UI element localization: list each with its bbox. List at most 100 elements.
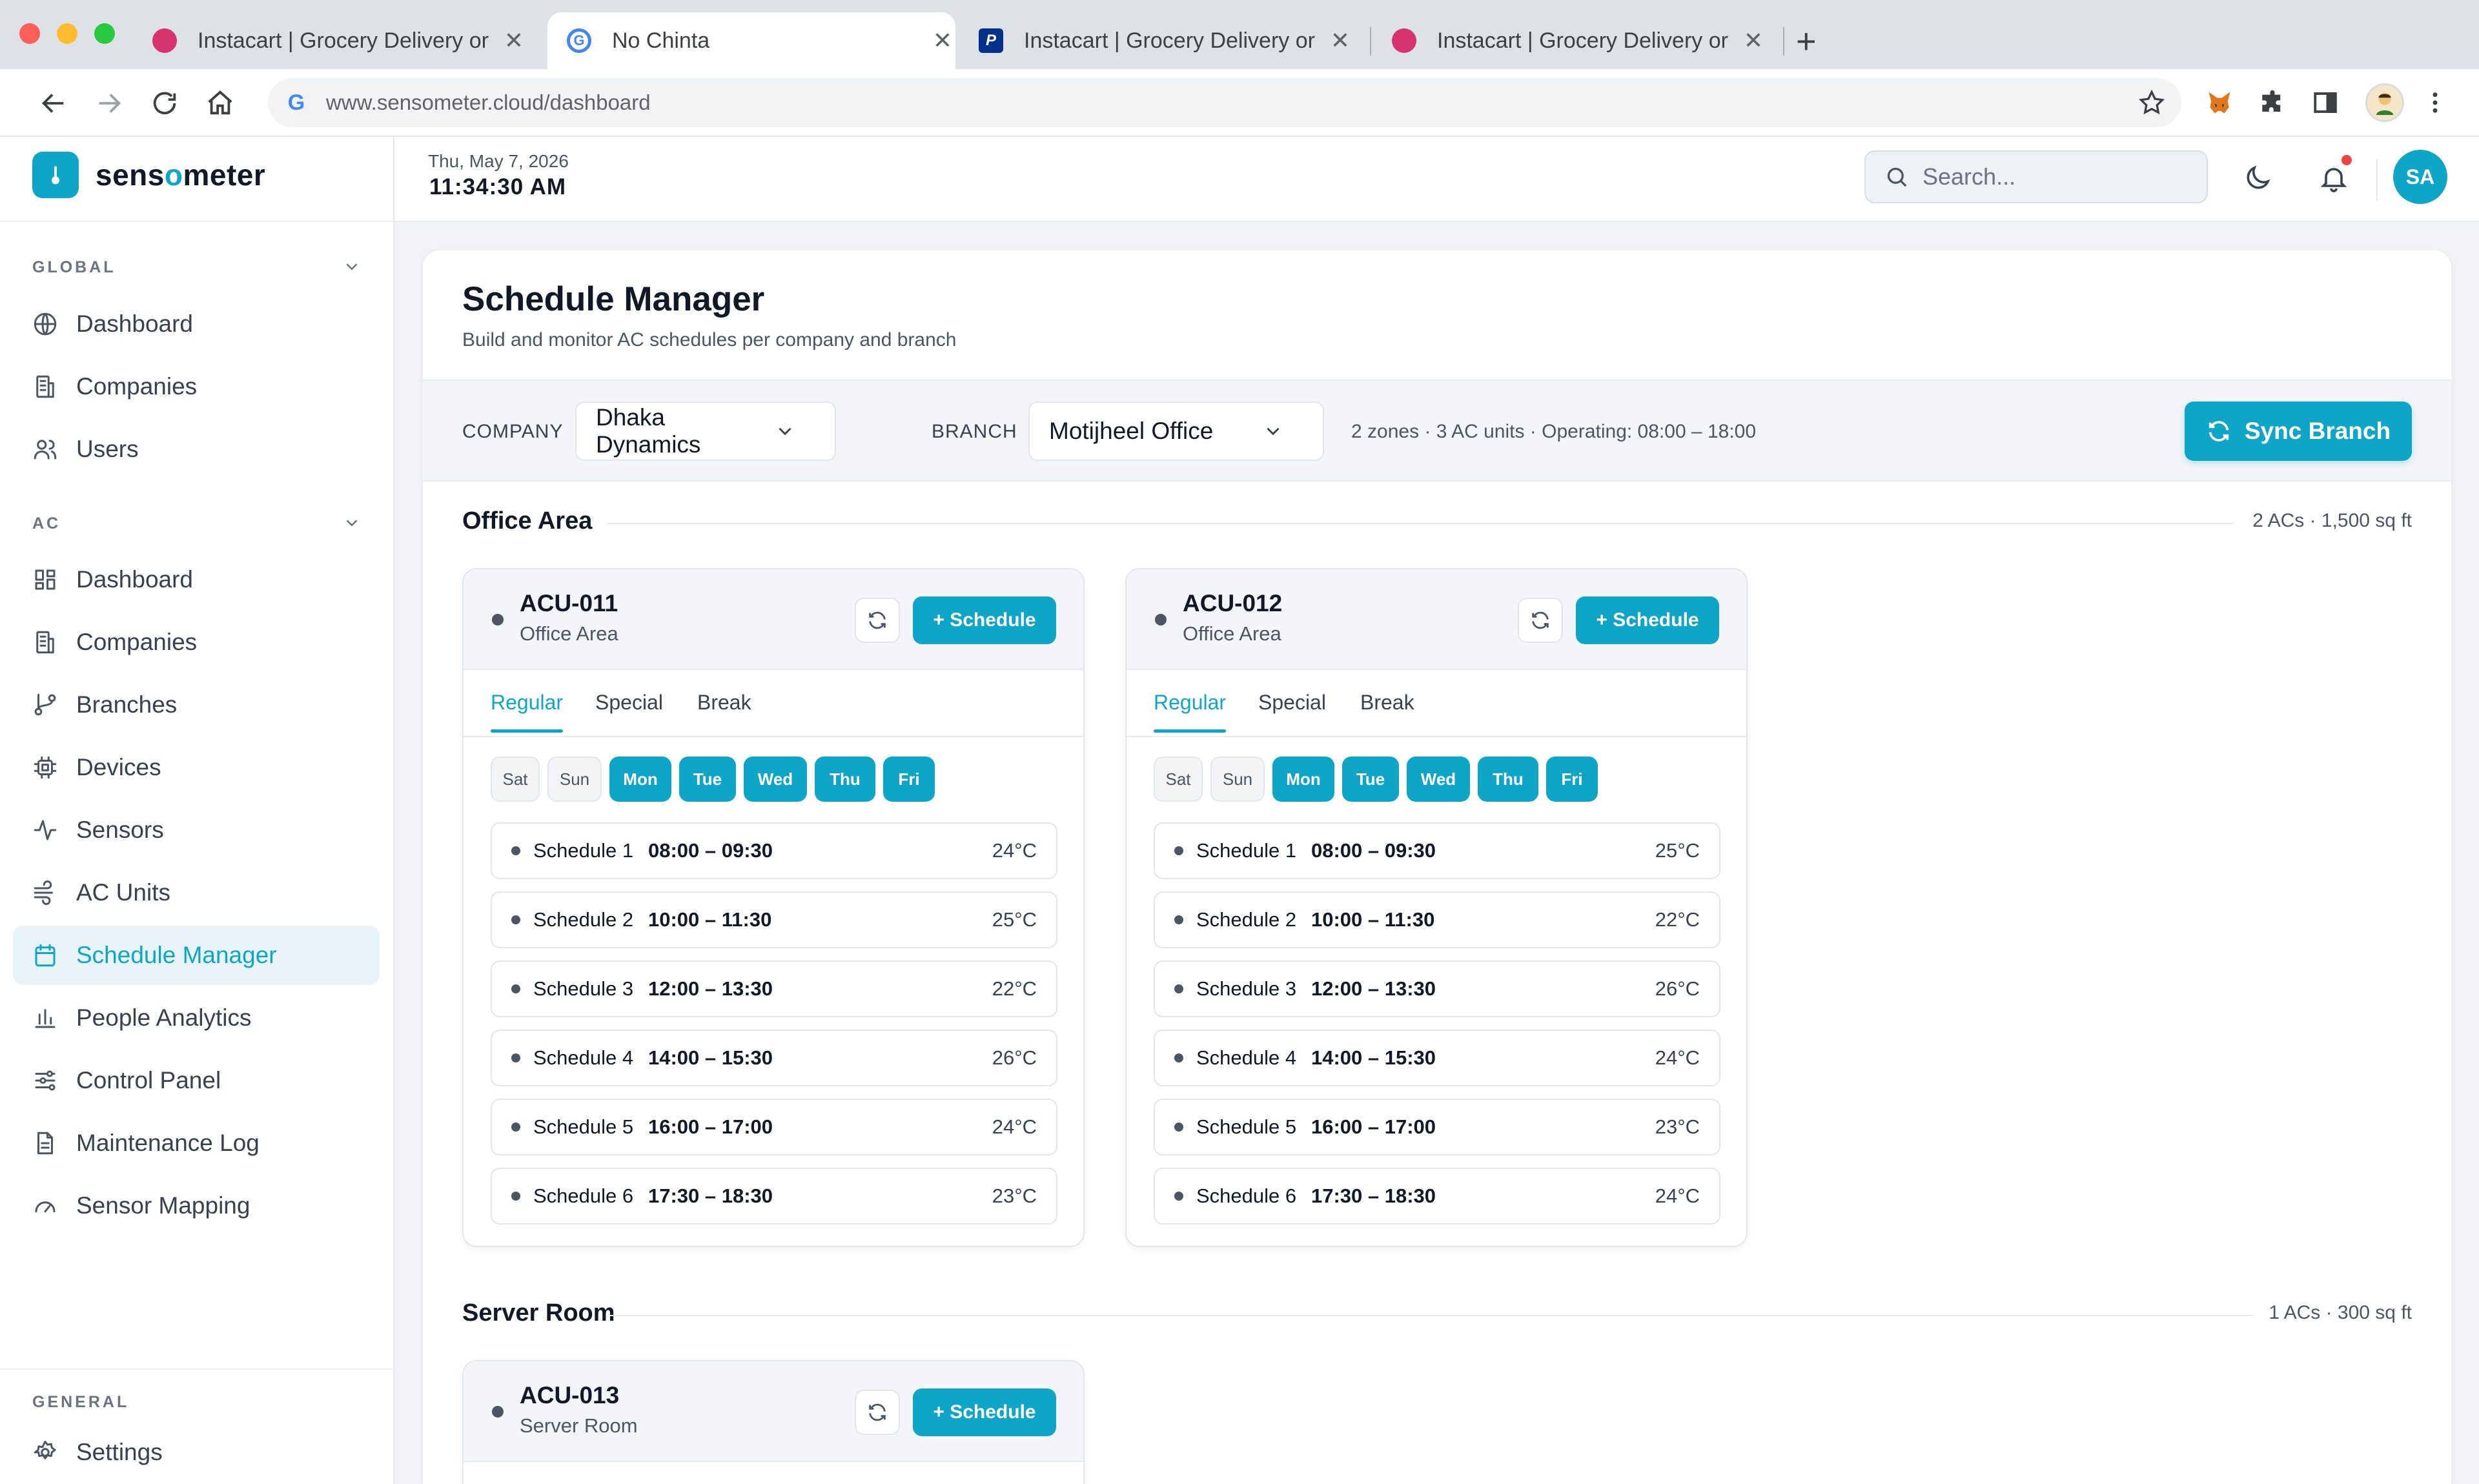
schedule-name: Schedule 4 — [533, 1046, 634, 1069]
day-toggle-wed[interactable]: Wed — [744, 757, 807, 802]
add-schedule-button[interactable]: + Schedule — [913, 1388, 1056, 1436]
tab-special[interactable]: Special — [595, 691, 663, 715]
back-button[interactable] — [31, 81, 76, 126]
schedule-row[interactable]: Schedule 5 16:00 – 17:00 23°C — [1154, 1099, 1720, 1155]
profile-avatar[interactable] — [2365, 83, 2404, 122]
add-schedule-button[interactable]: + Schedule — [1576, 596, 1719, 644]
sidebar-item-sensor-mapping[interactable]: Sensor Mapping — [13, 1176, 380, 1235]
sidebar-item-people-analytics[interactable]: People Analytics — [13, 988, 380, 1048]
address-bar[interactable]: G www.sensometer.cloud/dashboard — [268, 78, 2181, 127]
day-toggle-thu[interactable]: Thu — [1478, 757, 1538, 802]
main-content: Schedule Manager Build and monitor AC sc… — [423, 250, 2451, 1484]
arrow-right-icon — [99, 94, 121, 113]
ac-unit-zone: Office Area — [1183, 622, 1281, 645]
tab-break[interactable]: Break — [1360, 691, 1414, 715]
bar-chart-icon — [31, 1004, 59, 1032]
close-window-button[interactable] — [19, 23, 40, 44]
reload-button[interactable] — [142, 81, 187, 126]
sidebar-item-dashboard[interactable]: Dashboard — [13, 550, 380, 609]
sidebar-item-label: Sensors — [76, 817, 164, 843]
close-tab-icon[interactable]: ✕ — [1327, 27, 1353, 54]
new-tab-button[interactable]: + — [1796, 18, 1817, 65]
tab-break[interactable]: Break — [697, 691, 751, 715]
minimize-window-button[interactable] — [57, 23, 77, 44]
day-toggle-sun[interactable]: Sun — [547, 757, 602, 802]
forward-button[interactable] — [87, 81, 132, 126]
sidebar-item-devices[interactable]: Devices — [13, 738, 380, 797]
schedule-row[interactable]: Schedule 3 12:00 – 13:30 22°C — [491, 961, 1057, 1017]
browser-tab-bar: Instacart | Grocery Delivery or ✕ G No C… — [0, 0, 2479, 69]
company-value: Dhaka Dynamics — [596, 404, 701, 458]
extensions-button[interactable] — [2256, 86, 2289, 119]
schedule-row[interactable]: Schedule 4 14:00 – 15:30 26°C — [491, 1030, 1057, 1086]
sidebar-item-schedule-manager[interactable]: Schedule Manager — [13, 926, 380, 985]
moon-icon[interactable] — [2242, 163, 2273, 194]
day-toggle-sat[interactable]: Sat — [1154, 757, 1203, 802]
refresh-button[interactable] — [1518, 598, 1563, 643]
bookmark-star-icon[interactable] — [2137, 88, 2166, 117]
tab-regular[interactable]: Regular — [491, 691, 564, 733]
sidebar-item-control-panel[interactable]: Control Panel — [13, 1051, 380, 1110]
day-toggle-mon[interactable]: Mon — [609, 757, 671, 802]
schedule-row[interactable]: Schedule 3 12:00 – 13:30 26°C — [1154, 961, 1720, 1017]
brand-logo[interactable]: sensometer — [32, 152, 265, 198]
close-tab-icon[interactable]: ✕ — [930, 27, 955, 54]
sidebar-item-branches[interactable]: Branches — [13, 675, 380, 735]
sidebar-item-dashboard[interactable]: Dashboard — [13, 294, 380, 354]
browser-tab-1[interactable]: Instacart | Grocery Delivery or ✕ — [152, 12, 527, 69]
day-toggle-tue[interactable]: Tue — [679, 757, 736, 802]
company-select[interactable]: Dhaka Dynamics — [575, 401, 836, 461]
sidebar-item-companies[interactable]: Companies — [13, 357, 380, 416]
day-toggle-sun[interactable]: Sun — [1210, 757, 1265, 802]
day-toggle-fri[interactable]: Fri — [883, 757, 935, 802]
day-toggle-sat[interactable]: Sat — [491, 757, 540, 802]
schedule-row[interactable]: Schedule 1 08:00 – 09:30 25°C — [1154, 822, 1720, 879]
add-schedule-button[interactable]: + Schedule — [913, 596, 1056, 644]
bell-icon[interactable] — [2318, 163, 2349, 194]
browser-menu-button[interactable] — [2418, 86, 2452, 119]
refresh-button[interactable] — [855, 598, 900, 643]
sidebar-item-ac-units[interactable]: AC Units — [13, 863, 380, 922]
day-toggle-tue[interactable]: Tue — [1342, 757, 1399, 802]
sidebar-item-maintenance-log[interactable]: Maintenance Log — [13, 1113, 380, 1173]
ac-card-header: ACU-011 Office Area + Schedule — [464, 569, 1083, 670]
day-toggle-mon[interactable]: Mon — [1272, 757, 1334, 802]
browser-tab-3[interactable]: P Instacart | Grocery Delivery or ✕ — [979, 12, 1353, 69]
home-button[interactable] — [198, 81, 243, 126]
git-branch-icon — [31, 691, 59, 719]
sync-branch-button[interactable]: Sync Branch — [2185, 401, 2412, 461]
chevron-down-icon[interactable] — [342, 513, 362, 533]
user-avatar[interactable]: SA — [2393, 150, 2447, 204]
day-toggle-fri[interactable]: Fri — [1546, 757, 1598, 802]
browser-tab-4[interactable]: Instacart | Grocery Delivery or ✕ — [1392, 12, 1766, 69]
schedule-row[interactable]: Schedule 2 10:00 – 11:30 22°C — [1154, 891, 1720, 948]
maximize-window-button[interactable] — [94, 23, 115, 44]
zone-divider — [607, 523, 2234, 524]
more-vertical-icon — [2433, 92, 2438, 113]
close-tab-icon[interactable]: ✕ — [1740, 27, 1766, 54]
side-panel-button[interactable] — [2309, 86, 2342, 119]
sidebar-item-users[interactable]: Users — [13, 420, 380, 479]
day-toggle-wed[interactable]: Wed — [1407, 757, 1470, 802]
day-toggle-thu[interactable]: Thu — [815, 757, 875, 802]
schedule-row[interactable]: Schedule 5 16:00 – 17:00 24°C — [491, 1099, 1057, 1155]
sidebar-item-companies[interactable]: Companies — [13, 613, 380, 672]
schedule-row[interactable]: Schedule 2 10:00 – 11:30 25°C — [491, 891, 1057, 948]
sidebar-item-label: AC Units — [76, 879, 170, 906]
tab-special[interactable]: Special — [1258, 691, 1326, 715]
browser-tab-2[interactable]: G No Chinta ✕ — [547, 12, 955, 69]
schedule-row[interactable]: Schedule 6 17:30 – 18:30 24°C — [1154, 1168, 1720, 1225]
sidebar-item-sensors[interactable]: Sensors — [13, 800, 380, 860]
zone-title: Office Area — [462, 507, 593, 534]
schedule-row[interactable]: Schedule 4 14:00 – 15:30 24°C — [1154, 1030, 1720, 1086]
metamask-extension-icon[interactable] — [2203, 86, 2236, 119]
search-input[interactable]: Search... — [1864, 150, 2208, 203]
close-tab-icon[interactable]: ✕ — [501, 27, 527, 54]
schedule-row[interactable]: Schedule 1 08:00 – 09:30 24°C — [491, 822, 1057, 879]
branch-select[interactable]: Motijheel Office — [1028, 401, 1324, 461]
refresh-button[interactable] — [855, 1390, 900, 1435]
chevron-down-icon[interactable] — [342, 257, 362, 276]
tab-regular[interactable]: Regular — [1154, 691, 1227, 733]
schedule-row[interactable]: Schedule 6 17:30 – 18:30 23°C — [491, 1168, 1057, 1225]
sidebar-item-settings[interactable]: Settings — [13, 1423, 380, 1482]
